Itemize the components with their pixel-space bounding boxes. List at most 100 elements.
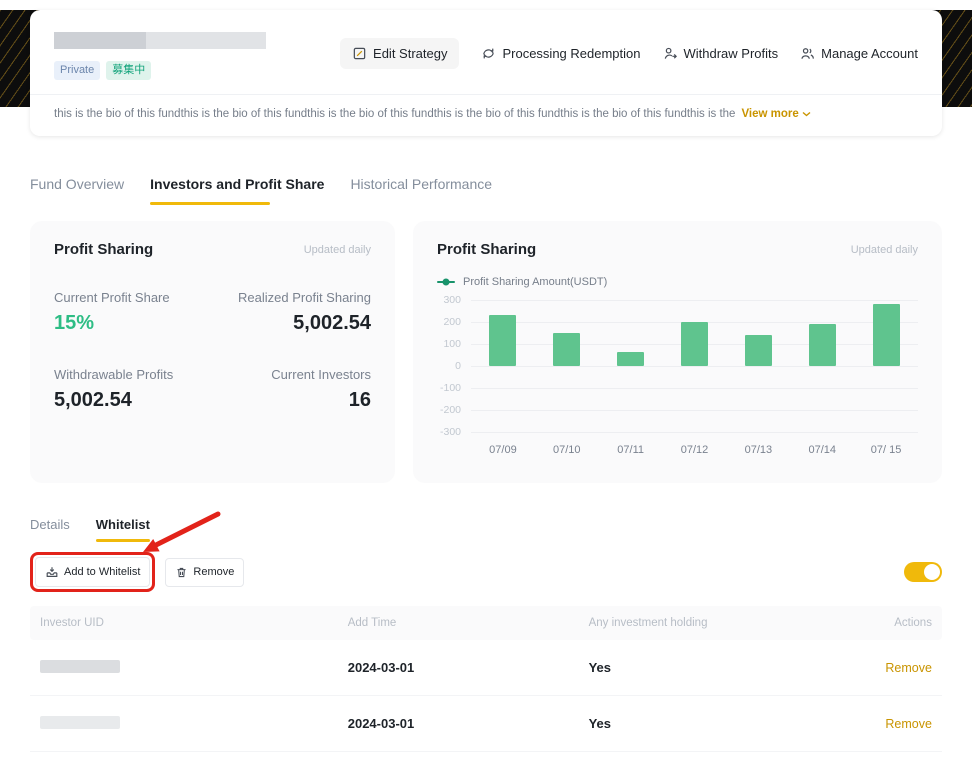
chart-gridline bbox=[471, 300, 918, 301]
toggle-knob bbox=[924, 564, 940, 580]
y-axis-label: -100 bbox=[440, 382, 461, 394]
withdraw-profits-label: Withdraw Profits bbox=[684, 46, 779, 61]
x-axis-label: 07/09 bbox=[471, 444, 535, 456]
y-axis-label: 0 bbox=[455, 360, 461, 372]
x-axis-label: 07/14 bbox=[790, 444, 854, 456]
manage-account-label: Manage Account bbox=[821, 46, 918, 61]
chart-plot bbox=[471, 300, 918, 432]
x-axis-label: 07/13 bbox=[726, 444, 790, 456]
chart-gridline bbox=[471, 410, 918, 411]
profit-sharing-stats-card: Profit Sharing Updated daily Current Pro… bbox=[30, 221, 395, 483]
x-axis-label: 07/11 bbox=[599, 444, 663, 456]
add-time-cell: 2024-03-01 bbox=[348, 660, 589, 675]
row-remove-link[interactable]: Remove bbox=[885, 717, 932, 731]
withdraw-profits-button[interactable]: Withdraw Profits bbox=[663, 46, 779, 61]
stat-realized-profit-sharing: Realized Profit Sharing 5,002.54 bbox=[213, 290, 372, 335]
legend-line-dot-icon bbox=[437, 281, 455, 283]
y-axis-label: -300 bbox=[440, 426, 461, 438]
withdraw-icon bbox=[663, 46, 678, 61]
tab-historical-performance[interactable]: Historical Performance bbox=[350, 176, 492, 205]
whitelist-tab-underline bbox=[96, 539, 150, 542]
fund-name-redacted bbox=[54, 32, 266, 49]
whitelist-table: Investor UID Add Time Any investment hol… bbox=[30, 606, 942, 752]
add-time-cell: 2024-03-01 bbox=[348, 716, 589, 731]
chart-bar bbox=[873, 304, 900, 366]
view-more-label: View more bbox=[741, 108, 798, 120]
header-add-time: Add Time bbox=[348, 617, 589, 629]
chart-x-axis: 07/0907/1007/1107/1207/1307/1407/ 15 bbox=[471, 444, 918, 456]
legend-label: Profit Sharing Amount(USDT) bbox=[463, 276, 607, 288]
header-investment-holding: Any investment holding bbox=[589, 617, 852, 629]
edit-strategy-button[interactable]: Edit Strategy bbox=[340, 38, 459, 69]
private-badge: Private bbox=[54, 61, 100, 80]
remove-button-label: Remove bbox=[193, 566, 234, 578]
add-to-whitelist-button[interactable]: Add to Whitelist bbox=[35, 557, 150, 587]
chart-gridline bbox=[471, 366, 918, 367]
processing-redemption-label: Processing Redemption bbox=[502, 46, 640, 61]
active-tab-underline bbox=[150, 202, 270, 205]
manage-account-button[interactable]: Manage Account bbox=[800, 46, 918, 61]
stat-withdrawable-profits: Withdrawable Profits 5,002.54 bbox=[54, 367, 213, 412]
processing-redemption-button[interactable]: Processing Redemption bbox=[481, 46, 640, 61]
y-axis-label: -200 bbox=[440, 404, 461, 416]
y-axis-label: 300 bbox=[443, 294, 461, 306]
chart-legend: Profit Sharing Amount(USDT) bbox=[437, 276, 918, 288]
stats-grid: Current Profit Share 15% Realized Profit… bbox=[54, 290, 371, 412]
y-axis-label: 100 bbox=[443, 338, 461, 350]
updated-daily-label: Updated daily bbox=[304, 244, 371, 256]
fund-header-card: Private 募集中 Edit Strategy bbox=[30, 10, 942, 136]
holding-cell: Yes bbox=[589, 660, 852, 675]
y-axis-label: 200 bbox=[443, 316, 461, 328]
investor-uid-redacted bbox=[40, 716, 120, 729]
chart-bar bbox=[553, 333, 580, 366]
chevron-down-icon bbox=[802, 111, 811, 117]
holding-cell: Yes bbox=[589, 716, 852, 731]
table-row: 2024-03-01 Yes Remove bbox=[30, 640, 942, 696]
add-to-whitelist-icon bbox=[45, 565, 59, 579]
tab-details[interactable]: Details bbox=[30, 517, 70, 542]
chart-gridline bbox=[471, 432, 918, 433]
tab-whitelist[interactable]: Whitelist bbox=[96, 517, 150, 542]
tab-historical-label: Historical Performance bbox=[350, 176, 492, 192]
add-to-whitelist-label: Add to Whitelist bbox=[64, 566, 140, 578]
tab-investors-label: Investors and Profit Share bbox=[150, 176, 324, 192]
tab-fund-overview-label: Fund Overview bbox=[30, 176, 124, 192]
investor-uid-redacted bbox=[40, 660, 120, 673]
header-actions: Edit Strategy Processing Redemption bbox=[340, 38, 918, 69]
tab-fund-overview[interactable]: Fund Overview bbox=[30, 176, 124, 205]
stat-current-investors: Current Investors 16 bbox=[213, 367, 372, 412]
tab-investors-profit-share[interactable]: Investors and Profit Share bbox=[150, 176, 324, 205]
x-axis-label: 07/10 bbox=[535, 444, 599, 456]
whitelist-tabs: Details Whitelist bbox=[30, 517, 942, 542]
table-row: 2024-03-01 Yes Remove bbox=[30, 696, 942, 752]
header-actions: Actions bbox=[852, 617, 932, 629]
chart-bar bbox=[745, 335, 772, 366]
chart-bar bbox=[681, 322, 708, 366]
fund-bio-text: this is the bio of this fundthis is the … bbox=[54, 108, 735, 120]
chart-card-title: Profit Sharing bbox=[437, 241, 536, 258]
profit-sharing-chart-card: Profit Sharing Updated daily Profit Shar… bbox=[413, 221, 942, 483]
row-remove-link[interactable]: Remove bbox=[885, 661, 932, 675]
profit-sharing-bar-chart: 3002001000-100-200-300 bbox=[437, 300, 918, 432]
redemption-icon bbox=[481, 46, 496, 61]
chart-bar bbox=[489, 315, 516, 366]
x-axis-label: 07/ 15 bbox=[854, 444, 918, 456]
edit-strategy-label: Edit Strategy bbox=[373, 46, 447, 61]
stats-card-title: Profit Sharing bbox=[54, 241, 153, 258]
tab-details-label: Details bbox=[30, 517, 70, 532]
whitelist-toolbar: Add to Whitelist Remove bbox=[30, 552, 942, 592]
recruiting-badge: 募集中 bbox=[106, 61, 151, 80]
header-investor-uid: Investor UID bbox=[40, 617, 348, 629]
chart-bar bbox=[809, 324, 836, 366]
badges-row: Private 募集中 bbox=[54, 61, 266, 80]
chart-gridline bbox=[471, 388, 918, 389]
annotation-highlight-box: Add to Whitelist bbox=[30, 552, 155, 592]
view-more-link[interactable]: View more bbox=[741, 108, 810, 120]
chart-y-axis: 3002001000-100-200-300 bbox=[437, 300, 471, 432]
chart-updated-daily-label: Updated daily bbox=[851, 244, 918, 256]
remove-button[interactable]: Remove bbox=[165, 558, 244, 587]
whitelist-toggle[interactable] bbox=[904, 562, 942, 582]
chart-bar bbox=[617, 352, 644, 366]
trash-icon bbox=[175, 566, 188, 579]
main-tabs: Fund Overview Investors and Profit Share… bbox=[30, 176, 942, 205]
